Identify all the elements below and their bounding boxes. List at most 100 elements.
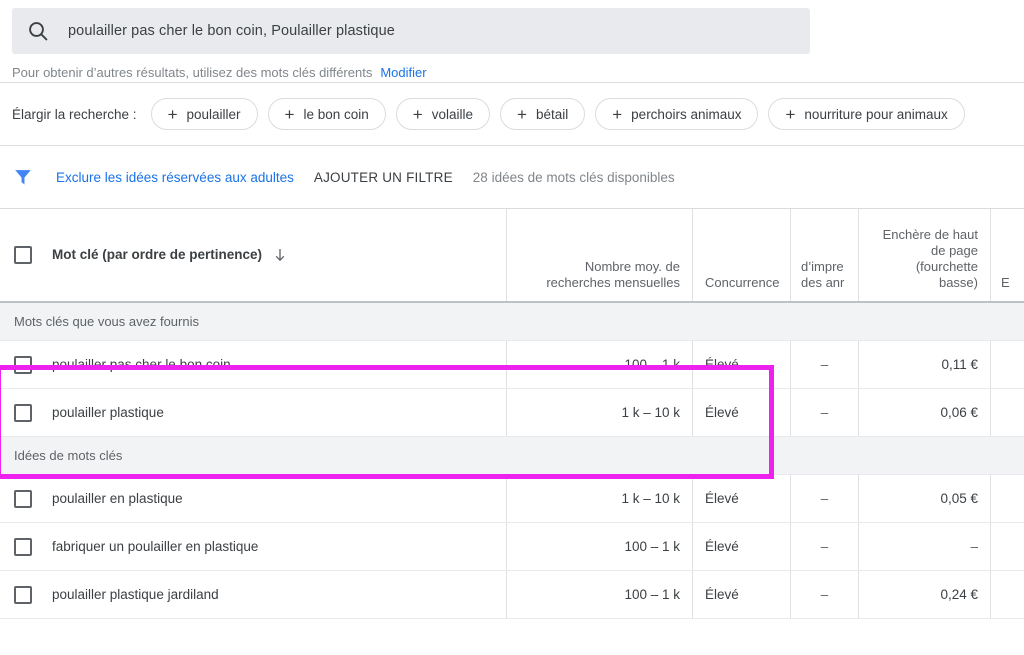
column-header-impressions-line2: des anr (801, 275, 858, 291)
cell-keyword: poulailler plastique (0, 389, 506, 436)
row-checkbox[interactable] (14, 404, 32, 422)
filter-bar: Exclure les idées réservées aux adultes … (0, 146, 1024, 208)
search-hint-row: Pour obtenir d’autres résultats, utilise… (0, 54, 1024, 82)
table-row[interactable]: poulailler pas cher le bon coin 100 – 1 … (0, 341, 1024, 389)
cell-keyword-text: poulailler plastique jardiland (52, 587, 219, 602)
table-row[interactable]: fabriquer un poulailler en plastique 100… (0, 523, 1024, 571)
column-header-top-of-page-bid-low[interactable]: Enchère de haut de page (fourchette bass… (858, 209, 990, 301)
sort-descending-arrow-icon[interactable] (272, 247, 288, 263)
select-all-checkbox[interactable] (14, 246, 32, 264)
cell-volume: 1 k – 10 k (506, 389, 692, 436)
column-header-impressions-line1: d’impre (801, 259, 858, 275)
column-header-bid-low-line3: (fourchette (859, 259, 978, 275)
cell-impressions: – (790, 389, 858, 436)
cell-competition: Élevé (692, 475, 790, 522)
expand-chip-betail[interactable]: + bétail (500, 98, 585, 130)
keyword-ideas-count: 28 idées de mots clés disponibles (473, 170, 675, 185)
expand-chip-label: bétail (536, 107, 568, 122)
plus-icon: + (168, 106, 178, 123)
section-header-provided-keywords: Mots clés que vous avez fournis (0, 303, 1024, 341)
cell-bid-low: 0,06 € (858, 389, 990, 436)
cell-keyword-text: poulailler plastique (52, 405, 164, 420)
column-header-bid-low-line4: basse) (859, 275, 978, 291)
column-header-keyword[interactable]: Mot clé (par ordre de pertinence) (0, 209, 506, 301)
cell-bid-high (990, 389, 1024, 436)
expand-chip-perchoirs-animaux[interactable]: + perchoirs animaux (595, 98, 758, 130)
column-header-competition-label: Concurrence (705, 275, 790, 291)
column-header-avg-monthly-searches[interactable]: Nombre moy. de recherches mensuelles (506, 209, 692, 301)
column-header-bid-low-line2: de page (859, 243, 978, 259)
cell-impressions: – (790, 341, 858, 388)
add-filter-button[interactable]: AJOUTER UN FILTRE (314, 170, 453, 185)
cell-bid-high (990, 523, 1024, 570)
plus-icon: + (413, 106, 423, 123)
row-checkbox[interactable] (14, 586, 32, 604)
column-header-bid-high-line1: E (1001, 275, 1024, 291)
keyword-results-table: Mot clé (par ordre de pertinence) Nombre… (0, 209, 1024, 619)
cell-bid-low: 0,24 € (858, 571, 990, 618)
table-row[interactable]: poulailler plastique jardiland 100 – 1 k… (0, 571, 1024, 619)
filter-funnel-icon[interactable] (12, 166, 34, 188)
cell-keyword: poulailler pas cher le bon coin (0, 341, 506, 388)
column-header-keyword-label: Mot clé (par ordre de pertinence) (52, 247, 262, 263)
cell-keyword: poulailler en plastique (0, 475, 506, 522)
cell-bid-low: 0,11 € (858, 341, 990, 388)
expand-search-label: Élargir la recherche : (12, 107, 137, 122)
exclude-adult-ideas-link[interactable]: Exclure les idées réservées aux adultes (56, 170, 294, 185)
row-checkbox[interactable] (14, 538, 32, 556)
search-input-value[interactable]: poulailler pas cher le bon coin, Poulail… (68, 23, 395, 39)
keyword-search-box[interactable]: poulailler pas cher le bon coin, Poulail… (12, 8, 810, 54)
search-icon (26, 19, 50, 43)
cell-bid-high (990, 341, 1024, 388)
column-header-top-of-page-bid-high[interactable]: E (990, 209, 1024, 301)
column-header-volume-line1: Nombre moy. de (507, 259, 680, 275)
plus-icon: + (517, 106, 527, 123)
section-title: Idées de mots clés (14, 448, 122, 463)
expand-chip-label: le bon coin (303, 107, 368, 122)
cell-competition: Élevé (692, 523, 790, 570)
modify-search-link[interactable]: Modifier (380, 65, 426, 80)
plus-icon: + (285, 106, 295, 123)
column-header-volume-line2: recherches mensuelles (507, 275, 680, 291)
expand-chip-nourriture-pour-animaux[interactable]: + nourriture pour animaux (768, 98, 964, 130)
table-row[interactable]: poulailler plastique 1 k – 10 k Élevé – … (0, 389, 1024, 437)
cell-bid-low: – (858, 523, 990, 570)
section-title: Mots clés que vous avez fournis (14, 314, 199, 329)
cell-impressions: – (790, 475, 858, 522)
expand-chip-poulailler[interactable]: + poulailler (151, 98, 258, 130)
expand-search-row: Élargir la recherche : + poulailler + le… (0, 83, 1024, 145)
column-header-competition[interactable]: Concurrence (692, 209, 790, 301)
search-bar-container: poulailler pas cher le bon coin, Poulail… (0, 0, 1024, 54)
cell-keyword: fabriquer un poulailler en plastique (0, 523, 506, 570)
cell-bid-high (990, 571, 1024, 618)
plus-icon: + (785, 106, 795, 123)
cell-keyword-text: fabriquer un poulailler en plastique (52, 539, 258, 554)
row-checkbox[interactable] (14, 356, 32, 374)
search-hint-text: Pour obtenir d’autres résultats, utilise… (12, 65, 372, 80)
cell-impressions: – (790, 523, 858, 570)
table-row[interactable]: poulailler en plastique 1 k – 10 k Élevé… (0, 475, 1024, 523)
cell-competition: Élevé (692, 341, 790, 388)
table-header-row: Mot clé (par ordre de pertinence) Nombre… (0, 209, 1024, 303)
section-header-keyword-ideas: Idées de mots clés (0, 437, 1024, 475)
column-header-ad-impression-share[interactable]: d’impre des anr (790, 209, 858, 301)
row-checkbox[interactable] (14, 490, 32, 508)
cell-volume: 1 k – 10 k (506, 475, 692, 522)
cell-volume: 100 – 1 k (506, 571, 692, 618)
plus-icon: + (612, 106, 622, 123)
cell-volume: 100 – 1 k (506, 341, 692, 388)
cell-impressions: – (790, 571, 858, 618)
column-header-bid-low-line1: Enchère de haut (859, 227, 978, 243)
expand-chip-volaille[interactable]: + volaille (396, 98, 490, 130)
expand-chip-label: nourriture pour animaux (804, 107, 947, 122)
cell-keyword-text: poulailler pas cher le bon coin (52, 357, 231, 372)
cell-keyword-text: poulailler en plastique (52, 491, 183, 506)
cell-bid-high (990, 475, 1024, 522)
expand-chip-label: perchoirs animaux (631, 107, 741, 122)
expand-chip-le-bon-coin[interactable]: + le bon coin (268, 98, 386, 130)
cell-competition: Élevé (692, 571, 790, 618)
expand-chip-label: poulailler (187, 107, 241, 122)
keyword-planner-page: poulailler pas cher le bon coin, Poulail… (0, 0, 1024, 655)
expand-chip-label: volaille (432, 107, 473, 122)
cell-keyword: poulailler plastique jardiland (0, 571, 506, 618)
